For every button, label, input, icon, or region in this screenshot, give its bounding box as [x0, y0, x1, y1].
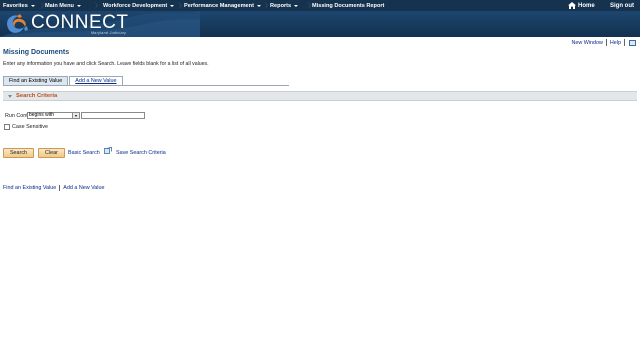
case-sensitive-label: Case Sensitive: [12, 124, 48, 130]
top-navigation-bar: Favorites Main Menu Workforce Developmen…: [0, 0, 640, 11]
tab-divider: [3, 85, 289, 86]
link-divider: [605, 39, 607, 46]
basic-search-link[interactable]: Basic Search: [68, 150, 100, 156]
bottom-links: Find an Existing Value Add a New Value: [3, 185, 105, 191]
chevron-down-icon: [256, 4, 261, 7]
search-criteria-header[interactable]: Search Criteria: [3, 91, 637, 101]
link-divider: [624, 39, 625, 46]
nav-performance-management[interactable]: Performance Management: [184, 0, 261, 11]
operator-select-value: begins with: [29, 112, 55, 118]
new-window-link[interactable]: New Window: [571, 40, 602, 46]
help-link[interactable]: Help: [610, 40, 621, 46]
nav-favorites-label: Favorites: [3, 2, 28, 9]
map-swirl-icon: [7, 14, 28, 33]
personalize-page-icon[interactable]: [629, 39, 636, 46]
sign-out-link[interactable]: Sign out: [610, 0, 634, 11]
nav-main-menu-label: Main Menu: [45, 2, 74, 9]
search-criteria-title: Search Criteria: [16, 93, 58, 99]
sign-out-label: Sign out: [610, 2, 634, 9]
nav-workforce-development-label: Workforce Development: [103, 2, 168, 9]
breadcrumb-separator-icon: [265, 0, 269, 11]
nav-performance-management-label: Performance Management: [184, 2, 254, 9]
nav-reports[interactable]: Reports: [270, 0, 299, 11]
search-button[interactable]: Search: [3, 148, 34, 158]
chevron-down-icon: [30, 4, 35, 7]
save-search-criteria-link[interactable]: Save Search Criteria: [116, 150, 166, 156]
find-existing-value-link[interactable]: Find an Existing Value: [3, 185, 56, 191]
nav-current-page[interactable]: Missing Documents Report: [312, 0, 384, 11]
breadcrumb-separator-icon: [179, 0, 183, 11]
link-divider: [59, 185, 61, 191]
add-new-value-link[interactable]: Add a New Value: [63, 185, 104, 191]
app-banner: CONNECT Maryland Judiciary: [0, 11, 640, 37]
home-label: Home: [578, 2, 595, 9]
nav-main-menu[interactable]: Main Menu: [45, 0, 81, 11]
nav-reports-label: Reports: [270, 2, 292, 9]
breadcrumb-separator-icon: [95, 0, 99, 11]
utility-links: New Window Help: [571, 39, 636, 46]
page-title: Missing Documents: [3, 49, 70, 56]
collapse-arrow-icon[interactable]: [8, 94, 12, 98]
chevron-down-icon: [294, 4, 299, 7]
chevron-down-icon: [76, 4, 81, 7]
home-link[interactable]: Home: [568, 0, 595, 11]
tab-add-new-value[interactable]: Add a New Value: [69, 76, 123, 85]
dropdown-arrow-icon[interactable]: [72, 113, 79, 118]
nav-favorites[interactable]: Favorites: [3, 0, 35, 11]
tab-find-existing-value[interactable]: Find an Existing Value: [3, 76, 69, 85]
nav-workforce-development[interactable]: Workforce Development: [103, 0, 175, 11]
case-sensitive-checkbox[interactable]: [4, 124, 10, 130]
search-tabs: Find an Existing Value Add a New Value: [3, 76, 124, 85]
logo-subtext: Maryland Judiciary: [91, 31, 127, 35]
save-search-icon[interactable]: [104, 147, 112, 154]
page-instructions: Enter any information you have and click…: [3, 61, 209, 67]
chevron-down-icon: [170, 4, 175, 7]
operator-select[interactable]: begins with: [27, 112, 80, 119]
run-control-id-input[interactable]: [81, 112, 145, 119]
home-icon: [568, 2, 576, 9]
clear-button[interactable]: Clear: [38, 148, 65, 158]
nav-current-page-label: Missing Documents Report: [312, 2, 385, 9]
